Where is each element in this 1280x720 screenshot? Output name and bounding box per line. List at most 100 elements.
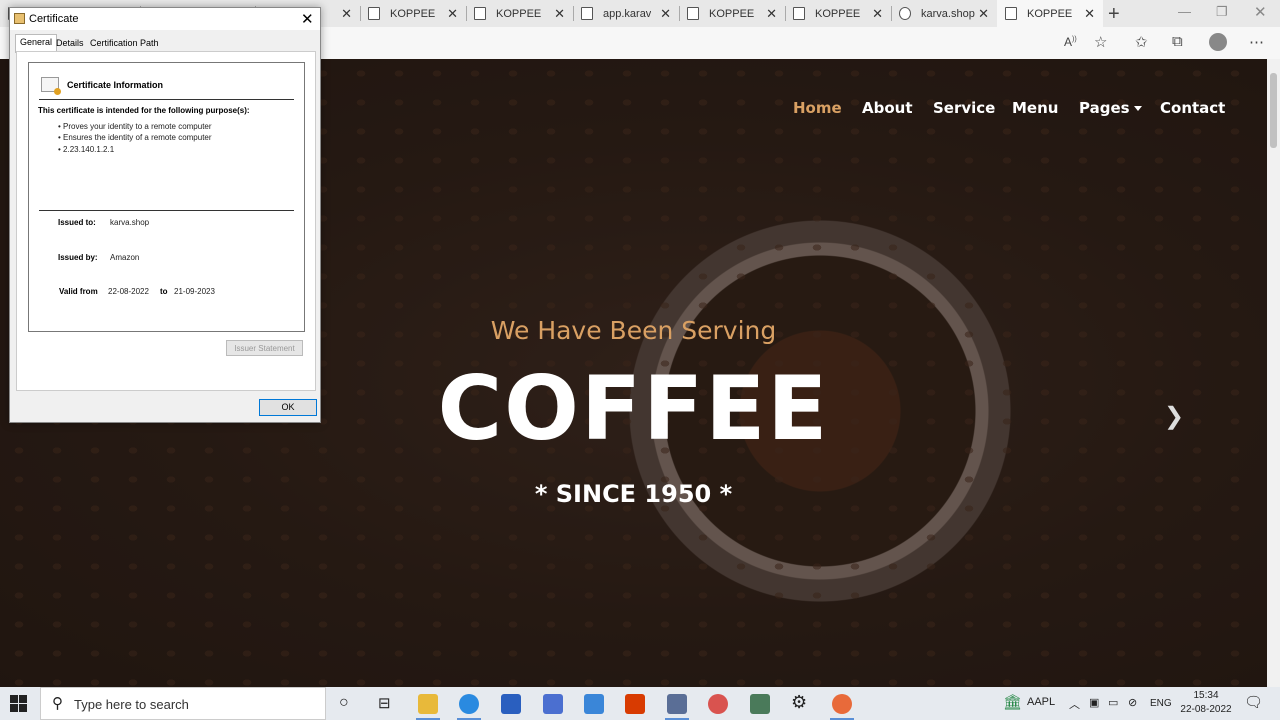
nav-service[interactable]: Service: [933, 99, 995, 117]
mmc-console-icon[interactable]: [750, 694, 770, 714]
tab-label: KOPPEE - C: [709, 7, 757, 20]
issuer-statement-button[interactable]: Issuer Statement: [226, 340, 303, 356]
language-indicator[interactable]: ENG: [1150, 698, 1172, 709]
battery-icon[interactable]: ▭: [1108, 696, 1118, 709]
settings-icon[interactable]: ⚙: [791, 692, 807, 713]
dialog-title-bar[interactable]: Certificate ✕: [10, 8, 320, 30]
tab-label: KOPPEE - C: [390, 7, 438, 20]
network-icon[interactable]: ⊘: [1128, 696, 1137, 709]
page-icon: [368, 7, 380, 20]
browser-tab[interactable]: app.karava ✕: [573, 0, 680, 27]
scrollbar-thumb[interactable]: [1270, 73, 1277, 148]
issued-to-label: Issued to:: [58, 218, 96, 227]
search-placeholder: Type here to search: [74, 697, 189, 712]
minimize-icon[interactable]: —: [1178, 4, 1191, 19]
network-app-icon[interactable]: [665, 694, 689, 720]
nav-about[interactable]: About: [862, 99, 913, 117]
page-icon: [1005, 7, 1017, 20]
store-icon[interactable]: [501, 694, 521, 714]
hero-since: * SINCE 1950 *: [534, 480, 733, 508]
certificate-icon: [41, 77, 61, 95]
certificate-info-title: Certificate Information: [67, 80, 164, 90]
stock-ticker[interactable]: AAPL: [1027, 696, 1055, 708]
close-tab-icon[interactable]: ✕: [872, 6, 883, 22]
tab-label: app.karava: [603, 7, 651, 20]
restore-icon[interactable]: ❐: [1216, 4, 1228, 20]
search-icon: ⚲: [52, 695, 63, 712]
certificate-info-box: Certificate Information This certificate…: [28, 62, 305, 332]
more-menu-icon[interactable]: ⋯: [1249, 33, 1264, 51]
new-tab-icon[interactable]: +: [1108, 3, 1120, 26]
task-view-icon[interactable]: ⊟: [378, 694, 391, 712]
system-clock[interactable]: 15:34 22-08-2022: [1178, 689, 1234, 717]
close-tab-icon[interactable]: ✕: [341, 6, 352, 22]
valid-to-value: 21-09-2023: [174, 287, 215, 296]
app-icon[interactable]: [708, 694, 728, 714]
nav-contact[interactable]: Contact: [1160, 99, 1225, 117]
browser-tab[interactable]: KOPPEE - C ✕: [785, 0, 892, 27]
close-tab-icon[interactable]: ✕: [447, 6, 458, 22]
taskbar-search-box[interactable]: ⚲ Type here to search: [40, 687, 326, 720]
clock-date: 22-08-2022: [1180, 704, 1232, 715]
remote-app-icon[interactable]: [543, 694, 563, 714]
certificate-icon: [14, 13, 25, 24]
nav-home[interactable]: Home: [793, 99, 842, 117]
notifications-icon[interactable]: 🗨: [1244, 693, 1263, 711]
nav-pages[interactable]: Pages: [1079, 99, 1142, 117]
profile-avatar[interactable]: [1209, 33, 1227, 51]
browser-tab[interactable]: KOPPEE - C ✕: [679, 0, 786, 27]
page-icon: [687, 7, 699, 20]
address-bar[interactable]: [320, 30, 1040, 56]
close-tab-icon[interactable]: ✕: [978, 6, 989, 22]
page-icon: [793, 7, 805, 20]
page-scrollbar[interactable]: [1267, 59, 1280, 687]
valid-to-label: to: [160, 287, 168, 296]
browser-tab[interactable]: KOPPEE - C ✕: [360, 0, 467, 27]
tab-label: KOPPEE - C: [815, 7, 863, 20]
stock-widget-icon[interactable]: 🏛: [1003, 693, 1022, 711]
tab-label: KOPPEE - C: [1027, 7, 1075, 20]
tab-certification-path[interactable]: Certification Path: [86, 36, 163, 51]
close-tab-icon[interactable]: ✕: [1084, 6, 1095, 22]
issued-by-value: Amazon: [110, 253, 140, 262]
carousel-next-icon[interactable]: ❯: [1164, 402, 1184, 431]
page-icon: [581, 7, 593, 20]
windows-taskbar: ⚲ Type here to search ○ ⊟ ⚙ 🏛 AAPL ︿ ▣ ▭…: [0, 687, 1280, 720]
office-icon[interactable]: [625, 694, 645, 714]
edge-browser-icon[interactable]: [457, 694, 481, 720]
close-tab-icon[interactable]: ✕: [660, 6, 671, 22]
add-favorite-icon[interactable]: ☆: [1094, 33, 1107, 51]
collections-icon[interactable]: ⧉: [1172, 33, 1183, 50]
globe-icon: [899, 7, 911, 20]
browser-tab[interactable]: karva.shop ✕: [891, 0, 998, 27]
window-close-icon[interactable]: ✕: [1254, 3, 1267, 21]
tab-label: KOPPEE - C: [496, 7, 544, 20]
purpose-item: • Proves your identity to a remote compu…: [58, 122, 212, 131]
mail-icon[interactable]: [584, 694, 604, 714]
nav-menu[interactable]: Menu: [1012, 99, 1058, 117]
browser-tab-active[interactable]: KOPPEE - C ✕: [997, 0, 1103, 27]
close-tab-icon[interactable]: ✕: [554, 6, 565, 22]
issued-by-label: Issued by:: [58, 253, 98, 262]
caret-down-icon: [1133, 106, 1142, 111]
favorites-icon[interactable]: ✩: [1135, 33, 1148, 51]
page-icon: [474, 7, 486, 20]
ok-button[interactable]: OK: [259, 399, 317, 416]
purpose-item: • Ensures the identity of a remote compu…: [58, 133, 212, 142]
purpose-heading: This certificate is intended for the fol…: [38, 106, 250, 115]
tab-details[interactable]: Details: [52, 36, 88, 51]
snipping-tool-icon[interactable]: [830, 694, 854, 720]
dialog-title: Certificate: [29, 13, 79, 25]
device-icon[interactable]: ▣: [1089, 696, 1099, 709]
cortana-icon[interactable]: ○: [339, 694, 349, 712]
file-explorer-icon[interactable]: [416, 694, 440, 720]
nav-pages-label: Pages: [1079, 99, 1130, 117]
show-hidden-icons[interactable]: ︿: [1069, 696, 1080, 712]
close-icon[interactable]: ✕: [301, 10, 314, 28]
browser-tab[interactable]: KOPPEE - C ✕: [466, 0, 574, 27]
windows-start-icon[interactable]: [10, 695, 27, 712]
close-tab-icon[interactable]: ✕: [766, 6, 777, 22]
certificate-dialog: Certificate ✕ General Details Certificat…: [9, 7, 321, 423]
valid-from-label: Valid from: [59, 287, 98, 296]
read-aloud-icon[interactable]: A)): [1064, 35, 1077, 49]
